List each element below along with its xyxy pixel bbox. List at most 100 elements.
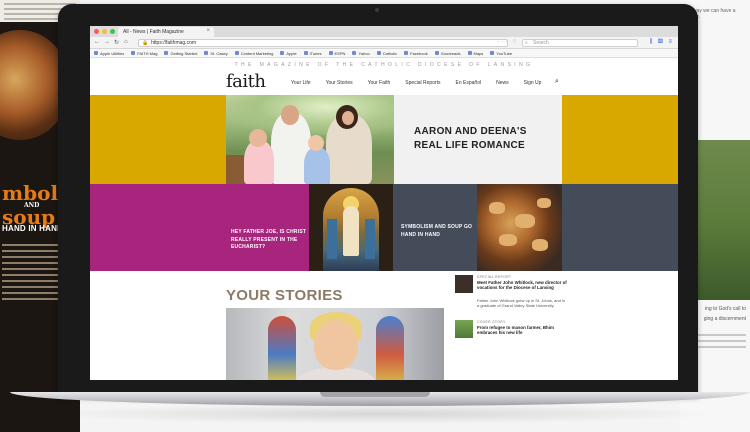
- bookmark-label: Getting Started: [170, 50, 198, 56]
- bookmark-favicon-icon: [404, 51, 409, 55]
- bookmark-item[interactable]: Goodreads: [434, 51, 461, 56]
- bookmark-item[interactable]: iTunes: [303, 50, 322, 56]
- story-thumbnail: [455, 275, 473, 293]
- bookmark-favicon-icon: [434, 51, 439, 55]
- bookmark-favicon-icon: [467, 51, 472, 55]
- feature-title-symbolism-soup: SYMBOLISM AND SOUP GO HAND IN HAND: [401, 224, 473, 238]
- feature-card-father-joe[interactable]: HEY FATHER JOE, IS CHRIST REALLY PRESENT…: [90, 184, 309, 271]
- photo-child-2-head: [308, 135, 324, 151]
- site-nav: Your Life Your Stories Your Faith Special R…: [291, 80, 556, 86]
- bookmark-label: St. Casey: [210, 50, 228, 56]
- nav-link-special-reports[interactable]: Special Reports: [405, 80, 440, 86]
- hero-gold-panel-right: [562, 95, 678, 184]
- stained-glass-window-left: [268, 316, 296, 380]
- photo-woman-face: [314, 320, 358, 370]
- close-tab-icon[interactable]: ×: [206, 28, 210, 34]
- bookmark-item[interactable]: Content Marketing: [234, 51, 273, 56]
- bookmark-favicon-icon: [303, 51, 308, 55]
- laptop-notch: [320, 392, 430, 397]
- bookmark-item[interactable]: Facebook: [404, 51, 428, 56]
- feature-slate-panel-right: [562, 184, 678, 271]
- reload-icon[interactable]: ↻: [114, 39, 119, 46]
- browser-toolbar: ← → ↻ ⌂ 🔒 https://faithmag.com ··· ♡ ☆ ⌕…: [90, 37, 678, 49]
- browser-tab-bar: All - News | Faith Magazine ×: [90, 26, 678, 37]
- your-stories-section: YOUR STORIES SPECIAL REPORT Meet Father …: [90, 271, 678, 380]
- nav-link-news[interactable]: News: [496, 80, 509, 86]
- site-logo[interactable]: faith: [226, 71, 266, 92]
- bookmark-item[interactable]: Catholic: [376, 51, 397, 56]
- browser-search-input[interactable]: ⌕ Search: [522, 39, 638, 47]
- bookmark-item[interactable]: Apple: [280, 51, 297, 56]
- tab-title: All - News | Faith Magazine: [123, 29, 184, 35]
- camera-icon: [375, 8, 379, 12]
- list-item[interactable]: SPECIAL REPORT Meet Father John Whitlock…: [455, 275, 570, 320]
- feature-row: HEY FATHER JOE, IS CHRIST REALLY PRESENT…: [90, 184, 678, 271]
- hero-family-photo[interactable]: [226, 95, 394, 184]
- bookmark-favicon-icon: [234, 51, 239, 55]
- hero-title-panel[interactable]: AARON AND DEENA'S REAL LIFE ROMANCE: [394, 95, 562, 184]
- bookmark-label: Apple Utilities: [100, 50, 125, 56]
- site-search-icon[interactable]: ⌕: [555, 78, 559, 86]
- food-piece: [489, 202, 505, 214]
- bookmark-item[interactable]: FAITH Mag: [131, 51, 157, 56]
- bookmarks-bar: Apple Utilities FAITH Mag Getting Started S…: [90, 49, 678, 58]
- maximize-window-icon[interactable]: [110, 29, 115, 34]
- feature-card-symbolism-soup[interactable]: SYMBOLISM AND SOUP GO HAND IN HAND: [393, 184, 477, 271]
- bookmark-item[interactable]: St. Casey: [204, 50, 228, 56]
- browser-tab[interactable]: All - News | Faith Magazine ×: [118, 27, 214, 37]
- laptop-screen: All - News | Faith Magazine × ← → ↻ ⌂ 🔒 …: [90, 26, 678, 380]
- bookmark-label: Yahoo: [358, 50, 370, 56]
- bookmark-item[interactable]: ESPN: [328, 51, 345, 56]
- bookmark-label: Facebook: [410, 50, 428, 56]
- bookmark-label: YouTube: [496, 50, 513, 56]
- bookmark-label: Maps: [473, 50, 484, 56]
- hero-section: AARON AND DEENA'S REAL LIFE ROMANCE: [90, 95, 678, 184]
- stained-glass-panel-left: [327, 219, 337, 259]
- right-caption-2: ging a discernment: [703, 316, 746, 322]
- search-placeholder: Search: [533, 40, 549, 46]
- back-arrow-icon[interactable]: ←: [94, 39, 100, 45]
- minimize-window-icon[interactable]: [102, 29, 107, 34]
- url-bar[interactable]: 🔒 https://faithmag.com: [138, 39, 508, 47]
- nav-link-en-espa-ol[interactable]: En Español: [456, 80, 482, 86]
- bookmark-item[interactable]: Maps: [467, 50, 484, 56]
- story-thumbnail: [455, 320, 473, 338]
- bookmark-favicon-icon: [131, 51, 136, 55]
- hero-title: AARON AND DEENA'S REAL LIFE ROMANCE: [414, 126, 527, 151]
- bookmark-item[interactable]: YouTube: [490, 51, 512, 56]
- toolbar-extension-icons[interactable]: ⫼ ▥ ≡: [650, 39, 674, 46]
- bookmark-item[interactable]: Yahoo: [352, 50, 370, 56]
- nav-link-sign-up[interactable]: Sign Up: [524, 80, 542, 86]
- url-text: https://faithmag.com: [151, 40, 197, 46]
- bookmark-favicon-icon: [94, 51, 98, 55]
- hero-gold-panel-left: [90, 95, 226, 184]
- bookmark-label: FAITH Mag: [137, 50, 158, 56]
- nav-link-your-life[interactable]: Your Life: [291, 80, 311, 86]
- photo-child-1-head: [249, 129, 267, 147]
- nav-link-your-stories[interactable]: Your Stories: [326, 80, 353, 86]
- nav-link-your-faith[interactable]: Your Faith: [368, 80, 391, 86]
- story-label: COVER STORY: [477, 320, 506, 324]
- magazine-subtitle: HAND IN HAND: [2, 224, 64, 233]
- story-list: SPECIAL REPORT Meet Father John Whitlock…: [455, 275, 570, 365]
- soup-food-photo[interactable]: [477, 184, 562, 271]
- bookmark-item[interactable]: Getting Started: [164, 51, 197, 56]
- bookmark-item[interactable]: Apple Utilities: [94, 51, 124, 56]
- home-icon[interactable]: ⌂: [124, 39, 128, 45]
- list-item[interactable]: COVER STORY From refugee to mason farmer…: [455, 320, 570, 365]
- photo-woman-face: [342, 111, 354, 125]
- food-piece: [499, 234, 517, 246]
- stained-glass-panel-right: [365, 219, 375, 259]
- bookmark-label: iTunes: [309, 50, 322, 56]
- story-title[interactable]: From refugee to mason farmer, Bhim embra…: [477, 325, 567, 336]
- stained-glass-figure: [343, 206, 359, 256]
- laptop-shadow: [40, 404, 720, 424]
- story-description: Father John Whitlock grew up in St. John…: [477, 298, 565, 308]
- story-title[interactable]: Meet Father John Whitlock, new director …: [477, 280, 567, 291]
- stained-glass-photo[interactable]: [309, 184, 393, 271]
- forward-arrow-icon[interactable]: →: [104, 39, 110, 45]
- close-window-icon[interactable]: [94, 29, 99, 34]
- bookmark-favicon-icon: [204, 51, 209, 55]
- bookmark-favicon-icon: [490, 51, 495, 55]
- featured-story-photo[interactable]: [226, 308, 444, 380]
